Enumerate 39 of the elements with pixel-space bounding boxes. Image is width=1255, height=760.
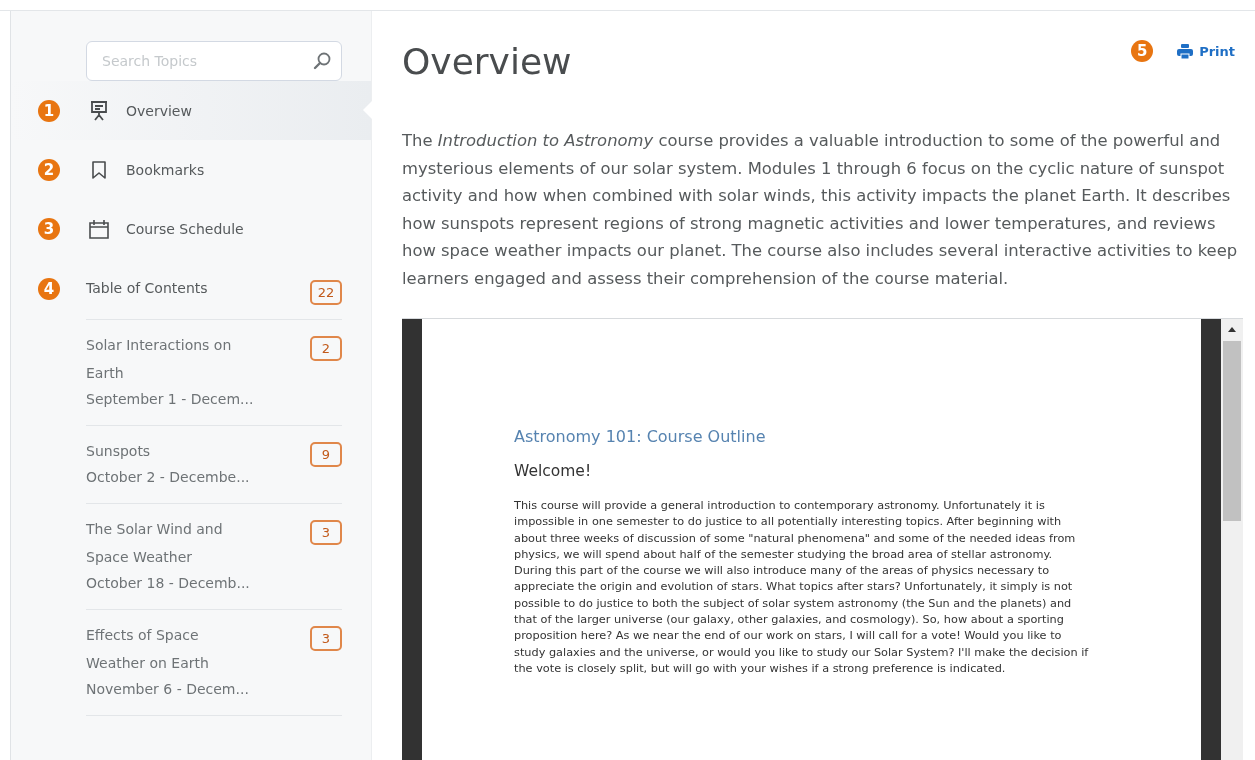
calendar-icon (88, 217, 110, 240)
module-dates: October 18 - Decemb... (86, 574, 251, 593)
callout-number: 2 (38, 158, 60, 181)
printer-icon (1177, 43, 1194, 59)
topic-count: 2 (310, 336, 342, 361)
scrollbar-thumb[interactable] (1223, 341, 1241, 521)
module-title: Solar Interactions on Earth (86, 336, 233, 383)
callout-number: 5 (1131, 40, 1154, 62)
search-field[interactable]: Search Topics (86, 41, 342, 81)
module-item[interactable]: Solar Interactions on Earth September 1 - Decem... 2 (86, 320, 342, 426)
document-heading: Astronomy 101: Course Outline (514, 427, 767, 446)
document-paragraph: This course will provide a general introduction to contemporary astronomy. Unfortunately it is impossible in one semester to do justice to all potentially interesting topics. After beginning with about three weeks of discussion of some "natural phenomena" and some of the needed ideas from physics, we will spend about half of the semester studying the broad area of stellar astronomy. During this part of the course we will also introduce many of the areas of physics necessary to appreciate the origin and evolution of stars. What topics after stars? Unfortunately, it simply is not possible to do justice to both the subject of solar system astronomy (the Sun and the planets) and that of the larger universe (our galaxy, other galaxies, and cosmology). So, how about a sporting proposition here? As we near the end of our work on stars, I will call for a vote! Would you like to study galaxies and the universe, or would you like to study our Solar System? I'll make the decision if the vote is closely split, but will go with your wishes if a strong preference is indicated. (514, 498, 1089, 677)
module-item[interactable]: The Solar Wind and Space Weather October 18 - Decemb... 3 (86, 504, 342, 610)
nav-item[interactable]: 2 Bookmarks (11, 140, 371, 199)
topic-count: 3 (310, 626, 342, 651)
page-title: Overview (402, 40, 572, 82)
topic-count: 22 (310, 280, 342, 305)
course-description: The Introduction to Astronomy course provides a valuable introduction to some of the powerful and mysterious elements of our solar system. Modules 1 through 6 focus on the cyclic nature of sunspot activity and how when combined with solar winds, this activity impacts the planet Earth. It describes how sunspots represent regions of strong magnetic activities and lower temperatures, and reviews how space weather impacts our planet. The course also includes several interactive activities to keep learners engaged and assess their comprehension of the course material. (402, 130, 1239, 290)
module-dates: October 2 - Decembe... (86, 468, 251, 487)
module-title: The Solar Wind and Space Weather (86, 520, 224, 567)
presentation-board-icon (88, 99, 110, 122)
module-item[interactable]: Sunspots October 2 - Decembe... 9 (86, 426, 342, 504)
module-dates: September 1 - Decem... (86, 390, 255, 409)
nav-item[interactable]: 3 Course Schedule (11, 199, 371, 258)
search-icon[interactable] (312, 51, 332, 71)
scroll-up-icon[interactable] (1227, 325, 1237, 333)
module-item[interactable]: Effects of Space Weather on Earth November 6 - Decem... 3 (86, 610, 342, 716)
scrollbar[interactable] (1221, 319, 1243, 760)
callout-number: 4 (38, 278, 60, 300)
print-button[interactable]: Print (1177, 43, 1235, 59)
module-dates: November 6 - Decem... (86, 680, 250, 699)
module-title: Effects of Space Weather on Earth (86, 626, 210, 673)
topic-count: 3 (310, 520, 342, 545)
callout-number: 1 (38, 99, 60, 122)
document-subheading: Welcome! (514, 462, 593, 480)
toc-heading[interactable]: Table of Contents (86, 280, 208, 296)
module-title: Sunspots (86, 442, 152, 461)
topic-count: 9 (310, 442, 342, 467)
callout-number: 3 (38, 217, 60, 240)
